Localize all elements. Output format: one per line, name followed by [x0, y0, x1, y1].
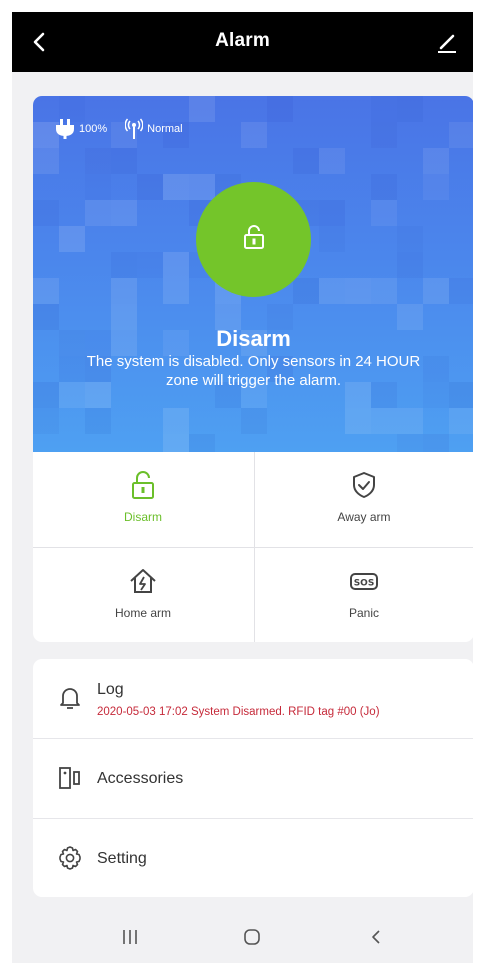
unlock-status-indicator [196, 182, 311, 297]
back-icon[interactable] [356, 923, 396, 951]
page-title: Alarm [215, 30, 270, 51]
accessories-label: Accessories [97, 770, 184, 787]
unlock-icon [128, 470, 158, 500]
alarm-mode-description: The system is disabled. Only sensors in … [86, 353, 421, 389]
door-sensor-icon [57, 765, 83, 791]
home-arm-label: Home arm [114, 606, 171, 620]
setting-row[interactable]: Setting [33, 819, 473, 897]
away-arm-label: Away arm [337, 510, 391, 524]
top-bar: Alarm [12, 12, 473, 72]
sos-icon: SOS [349, 566, 379, 596]
log-label: Log [97, 681, 124, 698]
battery-level: 100% [79, 123, 108, 135]
shield-check-icon [349, 470, 379, 500]
recents-icon[interactable] [110, 923, 150, 951]
signal-status: Normal [147, 123, 183, 135]
home-arm-button[interactable]: Home arm [33, 548, 253, 642]
phone-screen: Alarm 100% Normal Disarm The system is d… [12, 12, 473, 963]
menu-card: Log 2020-05-03 17:02 System Disarmed. RF… [33, 659, 473, 897]
log-row[interactable]: Log 2020-05-03 17:02 System Disarmed. RF… [33, 659, 473, 738]
system-navigation-bar [12, 911, 473, 963]
alarm-mode-title: Disarm [216, 326, 291, 351]
alarm-status-card: 100% Normal Disarm The system is disable… [33, 96, 473, 642]
panic-label: Panic [348, 606, 380, 620]
antenna-icon [125, 118, 144, 140]
bell-icon [57, 685, 83, 711]
home-lightning-icon [128, 566, 158, 596]
away-arm-button[interactable]: Away arm [254, 452, 473, 547]
unlock-icon [241, 224, 267, 255]
gear-icon [57, 845, 83, 871]
grid-divider [33, 547, 473, 548]
panic-button[interactable]: SOS Panic [254, 548, 473, 642]
accessories-row[interactable]: Accessories [33, 739, 473, 818]
setting-label: Setting [97, 850, 147, 867]
svg-text:SOS: SOS [354, 579, 375, 589]
disarm-button[interactable]: Disarm [33, 452, 253, 547]
plug-icon [55, 118, 75, 140]
alarm-hero: 100% Normal Disarm The system is disable… [33, 96, 473, 452]
home-circle-icon[interactable] [232, 923, 272, 951]
arm-mode-grid: Disarm Away arm Home arm SOS Panic [33, 452, 473, 642]
disarm-label: Disarm [124, 510, 162, 524]
pencil-icon[interactable] [433, 28, 461, 56]
device-status-row: 100% Normal [55, 118, 183, 140]
log-last-event: 2020-05-03 17:02 System Disarmed. RFID t… [97, 706, 380, 718]
